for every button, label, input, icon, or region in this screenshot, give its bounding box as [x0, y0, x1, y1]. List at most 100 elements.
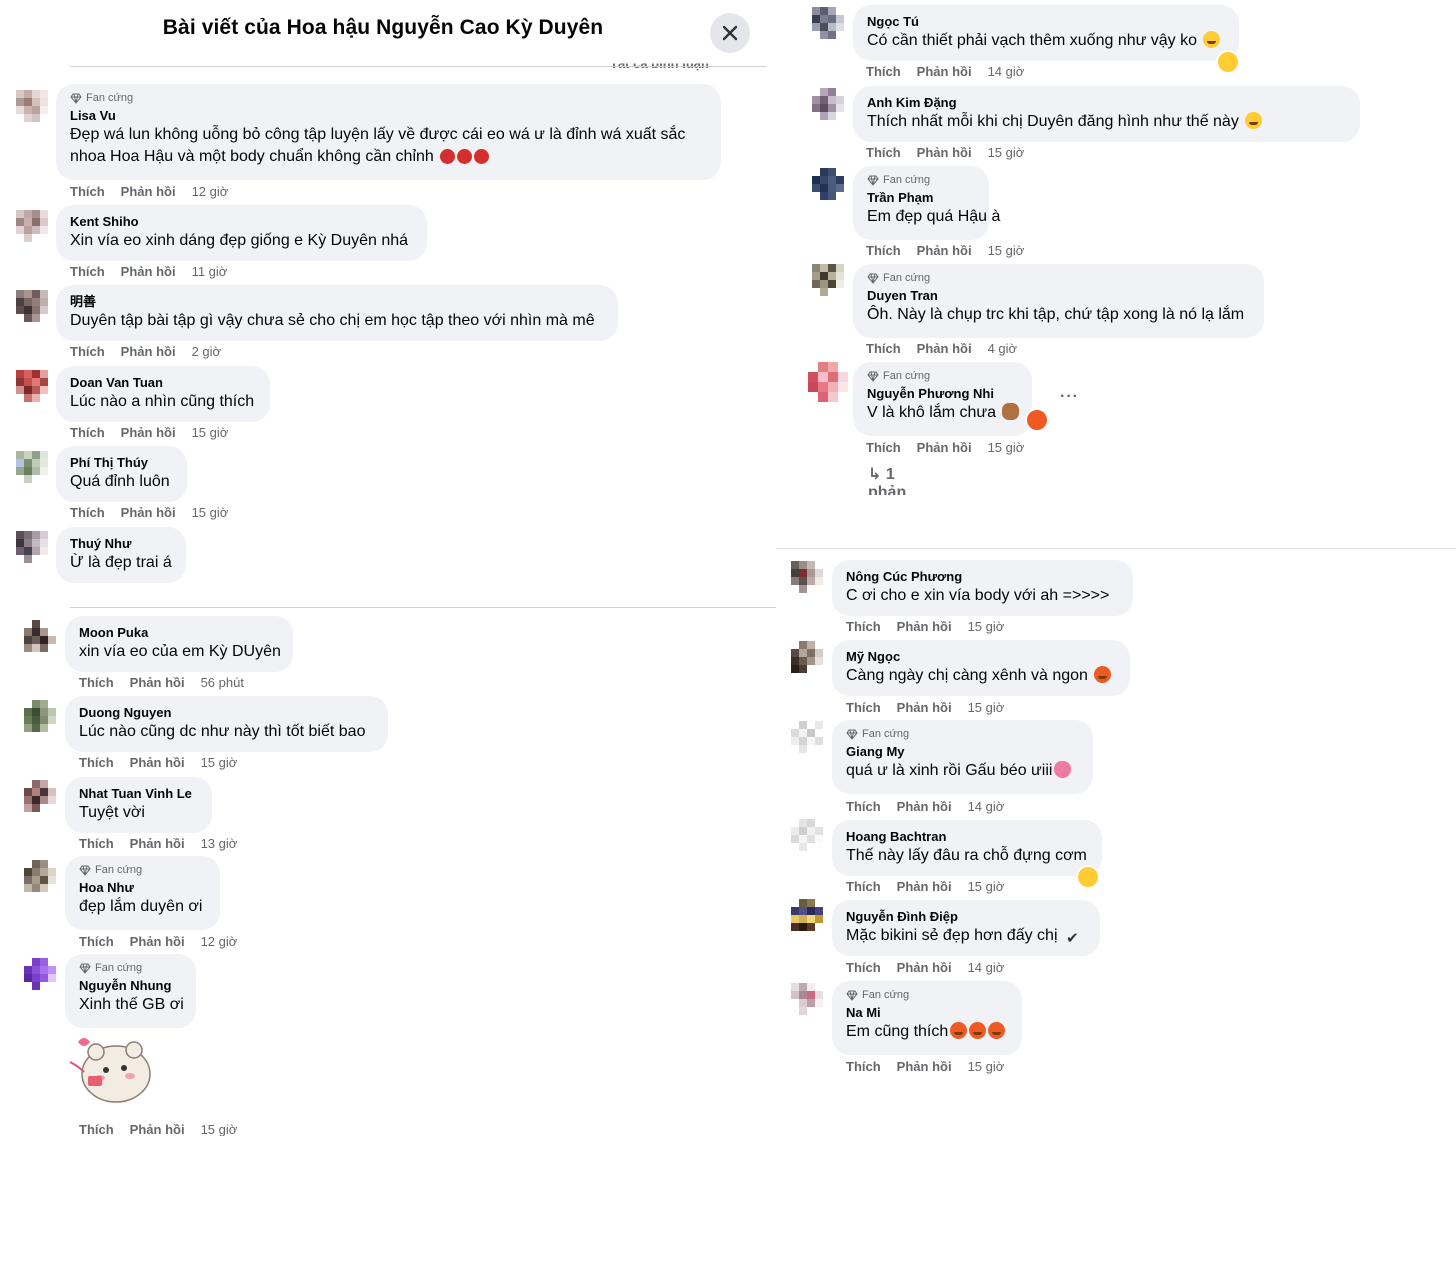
comment-author[interactable]: Trần Phạm	[867, 189, 975, 206]
sort-dropdown[interactable]: Tất cả bình luận	[610, 64, 709, 72]
comment-time[interactable]: 15 giờ	[192, 505, 229, 520]
like-button[interactable]: Thích	[70, 425, 105, 440]
comment-time[interactable]: 13 giờ	[201, 836, 238, 851]
reply-button[interactable]: Phản hồi	[917, 64, 972, 79]
reply-button[interactable]: Phản hồi	[917, 145, 972, 160]
comment-author[interactable]: Duyen Tran	[867, 287, 1250, 304]
angry-reaction-icon[interactable]	[1025, 408, 1049, 432]
reply-button[interactable]: Phản hồi	[917, 440, 972, 455]
comment-time[interactable]: 15 giờ	[988, 440, 1025, 455]
avatar[interactable]	[812, 168, 844, 200]
reply-button[interactable]: Phản hồi	[897, 1059, 952, 1074]
comment-time[interactable]: 15 giờ	[968, 879, 1005, 894]
like-button[interactable]: Thích	[70, 184, 105, 199]
view-replies-link[interactable]: ↳ 1 phản hồi	[868, 464, 906, 495]
avatar[interactable]	[791, 641, 823, 673]
comment-time[interactable]: 14 giờ	[988, 64, 1025, 79]
comment-author[interactable]: Ngọc Tú	[867, 13, 1225, 30]
avatar[interactable]	[16, 370, 48, 402]
like-button[interactable]: Thích	[846, 619, 881, 634]
comment-time[interactable]: 11 giờ	[192, 264, 228, 279]
avatar[interactable]	[791, 721, 823, 753]
comment-time[interactable]: 2 giờ	[192, 344, 222, 359]
comment-time[interactable]: 12 giờ	[192, 184, 229, 199]
comment-time[interactable]: 15 giờ	[201, 755, 238, 770]
like-button[interactable]: Thích	[866, 64, 901, 79]
comment-author[interactable]: Hoa Như	[79, 879, 206, 896]
avatar[interactable]	[808, 362, 848, 402]
avatar[interactable]	[812, 88, 844, 120]
like-button[interactable]: Thích	[846, 960, 881, 975]
comment-time[interactable]: 15 giờ	[968, 1059, 1005, 1074]
avatar[interactable]	[16, 210, 48, 242]
reply-button[interactable]: Phản hồi	[121, 264, 176, 279]
reply-button[interactable]: Phản hồi	[897, 619, 952, 634]
haha-reaction-icon[interactable]	[1076, 865, 1100, 889]
comment-author[interactable]: Lisa Vu	[70, 107, 707, 124]
comment-time[interactable]: 14 giờ	[968, 799, 1005, 814]
comment-author[interactable]: Anh Kim Đặng	[867, 94, 1346, 111]
comment-time[interactable]: 15 giờ	[968, 619, 1005, 634]
reply-button[interactable]: Phản hồi	[130, 675, 185, 690]
comment-author[interactable]: Duong Nguyen	[79, 704, 374, 721]
comment-author[interactable]: Na Mi	[846, 1004, 1008, 1021]
reply-button[interactable]: Phản hồi	[897, 700, 952, 715]
haha-reaction-icon[interactable]	[1216, 50, 1240, 74]
avatar[interactable]	[812, 264, 844, 296]
comment-time[interactable]: 15 giờ	[192, 425, 229, 440]
comment-author[interactable]: Nguyễn Đình Điệp	[846, 908, 1086, 925]
avatar[interactable]	[791, 983, 823, 1015]
more-options-button[interactable]: ···	[1060, 388, 1079, 406]
like-button[interactable]: Thích	[846, 879, 881, 894]
like-button[interactable]: Thích	[846, 1059, 881, 1074]
comment-author[interactable]: Moon Puka	[79, 624, 279, 641]
comment-author[interactable]: Thuý Như	[70, 535, 172, 552]
avatar[interactable]	[24, 700, 56, 732]
comment-time[interactable]: 15 giờ	[988, 243, 1025, 258]
avatar[interactable]	[24, 860, 56, 892]
comment-author[interactable]: Nguyễn Nhung	[79, 977, 182, 994]
like-button[interactable]: Thích	[70, 505, 105, 520]
avatar[interactable]	[24, 958, 56, 990]
avatar[interactable]	[16, 451, 48, 483]
like-button[interactable]: Thích	[79, 755, 114, 770]
comment-time[interactable]: 15 giờ	[988, 145, 1025, 160]
like-button[interactable]: Thích	[846, 700, 881, 715]
comment-time[interactable]: 12 giờ	[201, 934, 238, 949]
comment-author[interactable]: Doan Van Tuan	[70, 374, 256, 391]
like-button[interactable]: Thích	[70, 344, 105, 359]
reply-button[interactable]: Phản hồi	[130, 836, 185, 851]
like-button[interactable]: Thích	[846, 799, 881, 814]
avatar[interactable]	[791, 899, 823, 931]
reply-button[interactable]: Phản hồi	[130, 755, 185, 770]
avatar[interactable]	[16, 90, 48, 122]
reply-button[interactable]: Phản hồi	[121, 344, 176, 359]
reply-button[interactable]: Phản hồi	[897, 799, 952, 814]
avatar[interactable]	[16, 531, 48, 563]
avatar[interactable]	[16, 290, 48, 322]
reply-button[interactable]: Phản hồi	[897, 879, 952, 894]
comment-time[interactable]: 15 giờ	[968, 700, 1005, 715]
reply-button[interactable]: Phản hồi	[917, 341, 972, 356]
avatar[interactable]	[791, 819, 823, 851]
like-button[interactable]: Thích	[70, 264, 105, 279]
comment-time[interactable]: 56 phút	[201, 675, 244, 690]
close-button[interactable]	[710, 13, 750, 53]
comment-time[interactable]: 15 giờ	[201, 1122, 238, 1136]
like-button[interactable]: Thích	[866, 243, 901, 258]
reply-button[interactable]: Phản hồi	[121, 505, 176, 520]
comment-author[interactable]: Kent Shiho	[70, 213, 413, 230]
reply-button[interactable]: Phản hồi	[917, 243, 972, 258]
like-button[interactable]: Thích	[79, 836, 114, 851]
avatar[interactable]	[812, 7, 844, 39]
comment-author[interactable]: Nông Cúc Phương	[846, 568, 1119, 585]
reply-button[interactable]: Phản hồi	[121, 425, 176, 440]
reply-button[interactable]: Phản hồi	[897, 960, 952, 975]
avatar[interactable]	[24, 780, 56, 812]
like-button[interactable]: Thích	[866, 341, 901, 356]
reply-button[interactable]: Phản hồi	[130, 1122, 185, 1136]
like-button[interactable]: Thích	[866, 145, 901, 160]
like-button[interactable]: Thích	[79, 934, 114, 949]
comment-author[interactable]: Mỹ Ngọc	[846, 648, 1116, 665]
like-button[interactable]: Thích	[866, 440, 901, 455]
